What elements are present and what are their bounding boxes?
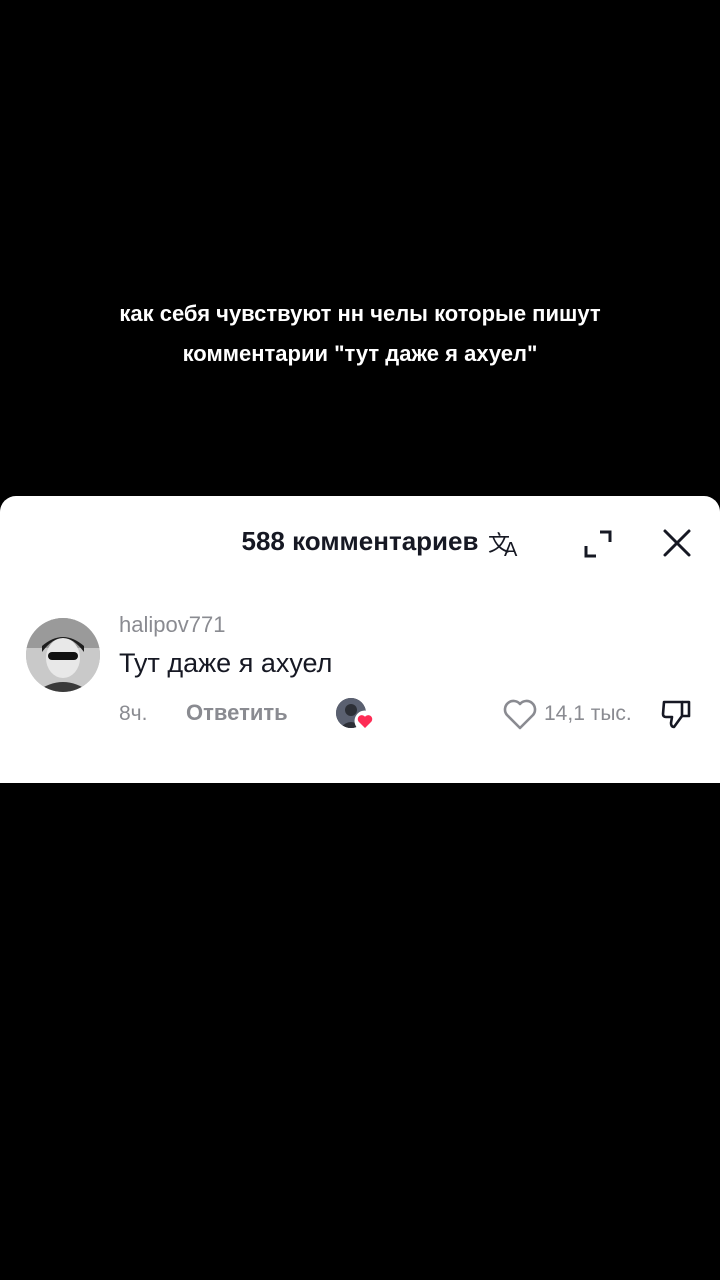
like-count: 14,1 тыс. [544, 702, 632, 725]
expand-icon [584, 530, 612, 558]
translate-button[interactable]: 文 A [486, 524, 526, 564]
comments-header: 588 комментариев 文 A [0, 496, 720, 592]
creator-liked-badge [336, 698, 376, 732]
like-button[interactable] [500, 694, 540, 734]
video-screen: как себя чувствуют нн челы которые пишут… [0, 0, 720, 1280]
svg-text:A: A [504, 539, 518, 561]
creator-liked-heart-icon [354, 710, 376, 732]
comment-item: halipov771 Тут даже я ахуел 8ч. Ответить [0, 606, 720, 756]
comment-text: Тут даже я ахуел [119, 648, 333, 678]
expand-button[interactable] [578, 524, 618, 564]
video-caption: как себя чувствуют нн челы которые пишут… [60, 294, 660, 374]
avatar[interactable] [26, 618, 100, 692]
close-button[interactable] [656, 522, 698, 564]
heart-outline-icon [503, 699, 537, 730]
comment-username[interactable]: halipov771 [119, 612, 225, 638]
translate-icon: 文 A [488, 531, 518, 561]
caption-line-1: как себя чувствуют нн челы которые пишут [119, 301, 601, 326]
thumbs-down-icon [661, 700, 691, 729]
reply-button[interactable]: Ответить [186, 700, 288, 726]
dislike-button[interactable] [656, 694, 696, 734]
comment-time: 8ч. [119, 702, 148, 725]
comments-sheet: 588 комментариев 文 A halipov771 Тут даже… [0, 496, 720, 783]
user-avatar-image [26, 618, 100, 692]
close-icon [663, 529, 691, 557]
caption-line-2: комментарии "тут даже я ахуел" [182, 341, 538, 366]
